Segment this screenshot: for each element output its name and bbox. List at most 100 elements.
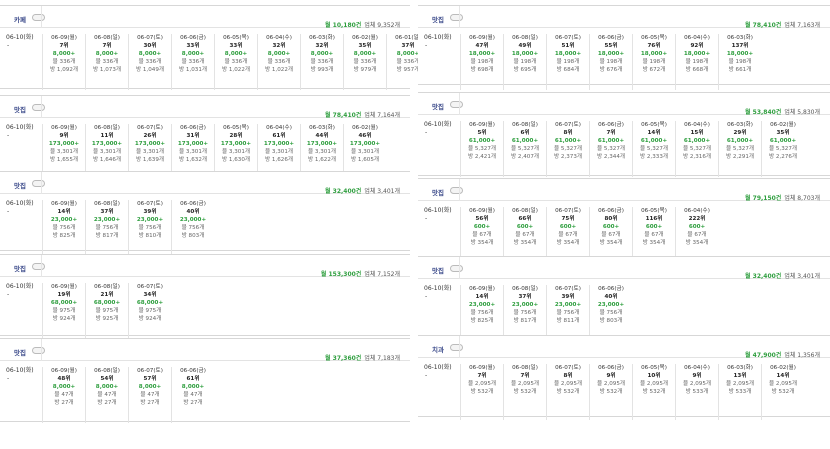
day-rank-cell[interactable]: 06-08(일) 21위 68,000+ 블 975개 방 925개 [86, 283, 128, 323]
day-rank-cell[interactable]: 06-06(금) 80위 600+ 블 67개 방 354개 [590, 207, 632, 247]
day-review-count: 블 47개 [140, 392, 160, 398]
tag-badge-icon[interactable] [450, 187, 463, 194]
day-rank-cell[interactable]: 06-03(화) 44위 173,000+ 블 3,301개 방 1,622개 [301, 124, 343, 164]
day-rank-cell[interactable]: 06-09(월) 7위 8,000+ 블 336개 방 1,092개 [43, 34, 85, 74]
category-label[interactable]: 치과 [432, 344, 444, 354]
day-rank-cell[interactable]: 06-05(목) 10위 블 2,095개 방 532개 [633, 364, 675, 396]
day-rank: 137위 [731, 43, 749, 49]
day-rank-cell[interactable]: 06-07(토) 8위 블 2,095개 방 532개 [547, 364, 589, 396]
day-rank-cell[interactable]: 06-04(수) 32위 8,000+ 블 336개 방 1,022개 [258, 34, 300, 74]
day-rank-cell[interactable]: 06-09(월) 56위 600+ 블 67개 방 354개 [461, 207, 503, 247]
tag-badge-icon[interactable] [32, 347, 45, 354]
tag-badge-icon[interactable] [450, 344, 463, 351]
day-rank-cell[interactable]: 06-05(목) 28위 173,000+ 블 3,301개 방 1,630개 [215, 124, 257, 164]
day-rank-cell[interactable]: 06-04(수) 222위 600+ 블 67개 방 354개 [676, 207, 718, 247]
day-rank-cell[interactable]: 06-09(월) 14위 23,000+ 블 756개 방 825개 [461, 285, 503, 325]
day-rank-cell[interactable]: 06-04(수) 9위 블 2,095개 방 533개 [676, 364, 718, 396]
day-rank-cell[interactable]: 06-07(토) 8위 61,000+ 블 5,327개 방 2,373개 [547, 121, 589, 161]
tag-badge-icon[interactable] [32, 180, 45, 187]
category-label[interactable]: 맛집 [14, 263, 26, 273]
day-rank-cell[interactable]: 06-08(일) 7위 8,000+ 블 336개 방 1,073개 [86, 34, 128, 74]
category-label[interactable]: 맛집 [432, 101, 444, 111]
day-review-count: 블 756개 [181, 225, 205, 231]
day-rank-cell[interactable]: 06-07(토) 75위 600+ 블 67개 방 354개 [547, 207, 589, 247]
day-review-count: 블 5,327개 [725, 146, 755, 152]
day-date: 06-06(금) [180, 201, 206, 207]
column-divider [459, 179, 460, 201]
tag-badge-icon[interactable] [32, 104, 45, 111]
category-label[interactable]: 카페 [14, 14, 26, 24]
day-rank-cell[interactable]: 06-02(월) 35위 61,000+ 블 5,327개 방 2,276개 [762, 121, 804, 161]
day-rank-cell[interactable]: 06-08(일) 11위 173,000+ 블 3,301개 방 1,646개 [86, 124, 128, 164]
tag-badge-icon[interactable] [32, 14, 45, 21]
day-rank-cell[interactable]: 06-07(토) 30위 8,000+ 블 336개 방 1,049개 [129, 34, 171, 74]
day-rank-cell[interactable]: 06-05(목) 14위 61,000+ 블 5,327개 방 2,333개 [633, 121, 675, 161]
search-volume-stat: 월 153,300건 업체 7,152개 [321, 269, 400, 278]
category-label[interactable]: 맛집 [14, 347, 26, 357]
day-rank-cell[interactable]: 06-04(수) 15위 61,000+ 블 5,327개 방 2,316개 [676, 121, 718, 161]
tag-badge-icon[interactable] [450, 265, 463, 272]
category-label[interactable]: 맛집 [14, 180, 26, 190]
day-rank-cell[interactable]: 06-05(목) 76위 18,000+ 블 198개 방 672개 [633, 34, 675, 74]
day-rank-cell[interactable]: 06-08(일) 37위 23,000+ 블 756개 방 817개 [86, 200, 128, 240]
day-rank-cell[interactable]: 06-02(월) 35위 8,000+ 블 336개 방 979개 [344, 34, 386, 74]
day-rank-cell[interactable]: 06-07(토) 34위 68,000+ 블 975개 방 924개 [129, 283, 171, 323]
day-rank-cell[interactable]: 06-08(일) 7위 블 2,095개 방 532개 [504, 364, 546, 396]
day-rank-cell[interactable]: 06-07(토) 51위 18,000+ 블 198개 방 684개 [547, 34, 589, 74]
day-rank-cell[interactable]: 06-04(수) 61위 173,000+ 블 3,301개 방 1,626개 [258, 124, 300, 164]
day-date: 06-04(수) [684, 35, 710, 41]
search-volume-stat: 월 32,400건 업체 3,401개 [745, 271, 820, 280]
day-rank-cell[interactable]: 06-03(화) 137위 18,000+ 블 198개 방 661개 [719, 34, 761, 74]
day-rank-cell[interactable]: 06-09(월) 48위 8,000+ 블 47개 방 27개 [43, 367, 85, 407]
day-divider [546, 34, 547, 90]
day-rank-cell[interactable]: 06-03(화) 32위 8,000+ 블 336개 방 993개 [301, 34, 343, 74]
day-price: 18,000+ [511, 51, 539, 57]
day-rank-cell[interactable]: 06-08(일) 49위 18,000+ 블 198개 방 695개 [504, 34, 546, 74]
tag-badge-icon[interactable] [32, 263, 45, 270]
day-rank-cell[interactable]: 06-02(월) 14위 블 2,095개 방 532개 [762, 364, 804, 396]
day-rank-cell[interactable]: 06-06(금) 40위 23,000+ 블 756개 방 803개 [172, 200, 214, 240]
day-rank-cell[interactable]: 06-06(금) 7위 61,000+ 블 5,327개 방 2,344개 [590, 121, 632, 161]
day-rank-cell[interactable]: 06-06(금) 55위 18,000+ 블 198개 방 676개 [590, 34, 632, 74]
day-rank-cell[interactable]: 06-03(화) 29위 61,000+ 블 5,327개 방 2,291개 [719, 121, 761, 161]
day-rank-cell[interactable]: 06-03(화) 13위 블 2,095개 방 533개 [719, 364, 761, 396]
day-rank-cell[interactable]: 06-06(금) 9위 블 2,095개 방 532개 [590, 364, 632, 396]
day-rank: 14위 [647, 130, 661, 136]
day-rank-cell[interactable]: 06-04(수) 92위 18,000+ 블 198개 방 668개 [676, 34, 718, 74]
day-rank-cell[interactable]: 06-08(일) 54위 8,000+ 블 47개 방 27개 [86, 367, 128, 407]
category-label[interactable]: 맛집 [432, 14, 444, 24]
today-rank: - [425, 129, 428, 136]
day-rank-cell[interactable]: 06-08(일) 37위 23,000+ 블 756개 방 817개 [504, 285, 546, 325]
day-rank-cell[interactable]: 06-07(토) 26위 173,000+ 블 3,301개 방 1,639개 [129, 124, 171, 164]
tag-badge-icon[interactable] [450, 14, 463, 21]
day-rank-cell[interactable]: 06-06(금) 33위 8,000+ 블 336개 방 1,031개 [172, 34, 214, 74]
day-rank-cell[interactable]: 06-06(금) 61위 8,000+ 블 47개 방 27개 [172, 367, 214, 407]
day-rank-cell[interactable]: 06-07(토) 39위 23,000+ 블 756개 방 811개 [547, 285, 589, 325]
day-rank-cell[interactable]: 06-02(월) 46위 173,000+ 블 3,301개 방 1,605개 [344, 124, 386, 164]
search-volume-stat: 월 47,900건 업체 1,356개 [745, 350, 820, 359]
category-label[interactable]: 맛집 [432, 265, 444, 275]
day-rank-cell[interactable]: 06-05(목) 116위 600+ 블 67개 방 354개 [633, 207, 675, 247]
day-price: 600+ [473, 224, 491, 230]
monthly-search-count: 월 78,410건 [745, 22, 782, 29]
panel-header: 맛집 월 78,410건 업체 7,163개 [418, 6, 830, 29]
day-rank-cell[interactable]: 06-06(금) 40위 23,000+ 블 756개 방 803개 [590, 285, 632, 325]
day-visit-count: 방 1,049개 [135, 67, 165, 73]
day-visit-count: 방 2,407개 [510, 154, 540, 160]
day-rank-cell[interactable]: 06-07(토) 57위 8,000+ 블 47개 방 27개 [129, 367, 171, 407]
day-rank-cell[interactable]: 06-09(월) 47위 18,000+ 블 198개 방 698개 [461, 34, 503, 74]
day-rank-cell[interactable]: 06-08(일) 66위 600+ 블 67개 방 354개 [504, 207, 546, 247]
tag-badge-icon[interactable] [450, 101, 463, 108]
category-label[interactable]: 맛집 [14, 104, 26, 114]
day-rank-cell[interactable]: 06-09(월) 5위 61,000+ 블 5,327개 방 2,421개 [461, 121, 503, 161]
day-rank-cell[interactable]: 06-05(목) 33위 8,000+ 블 336개 방 1,022개 [215, 34, 257, 74]
day-rank-cell[interactable]: 06-06(금) 31위 173,000+ 블 3,301개 방 1,632개 [172, 124, 214, 164]
day-rank-cell[interactable]: 06-09(월) 7위 블 2,095개 방 532개 [461, 364, 503, 396]
day-rank-cell[interactable]: 06-09(월) 19위 68,000+ 블 975개 방 924개 [43, 283, 85, 323]
day-rank-cell[interactable]: 06-09(월) 9위 173,000+ 블 3,301개 방 1,655개 [43, 124, 85, 164]
day-review-count: 블 975개 [52, 308, 76, 314]
day-rank-cell[interactable]: 06-09(월) 14위 23,000+ 블 756개 방 825개 [43, 200, 85, 240]
day-rank-cell[interactable]: 06-07(토) 39위 23,000+ 블 756개 방 810개 [129, 200, 171, 240]
category-label[interactable]: 맛집 [432, 187, 444, 197]
day-rank-cell[interactable]: 06-08(일) 6위 61,000+ 블 5,327개 방 2,407개 [504, 121, 546, 161]
